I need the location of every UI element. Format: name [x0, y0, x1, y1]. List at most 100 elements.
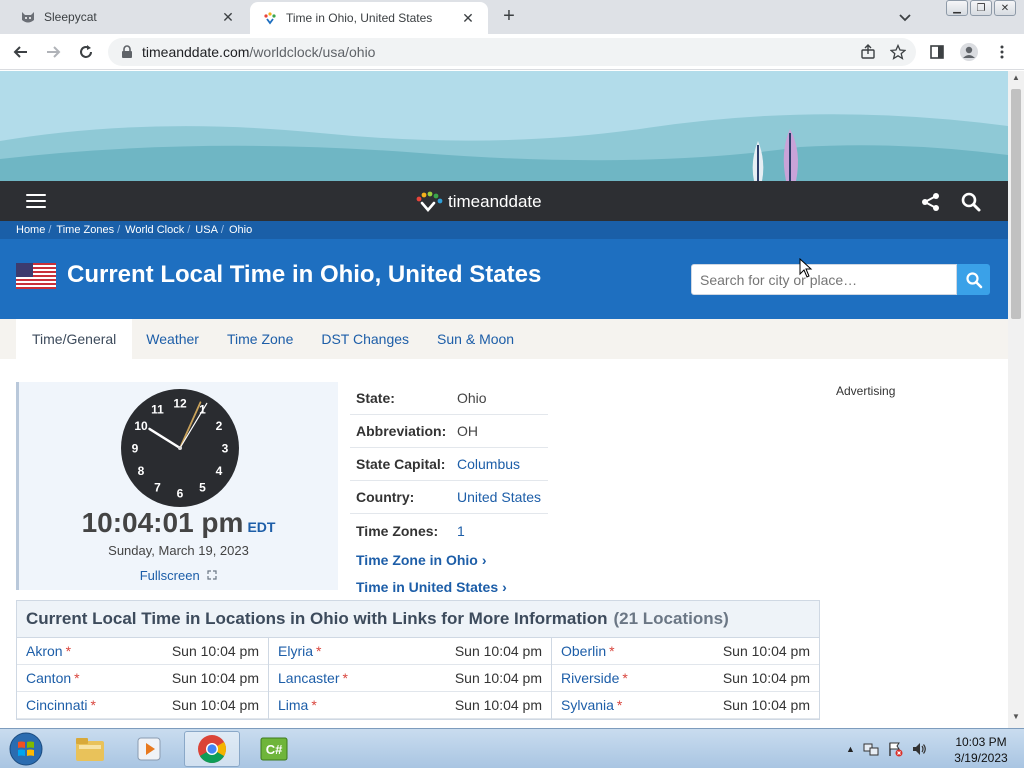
clock-number: 4 — [216, 464, 223, 478]
close-icon[interactable]: ✕ — [460, 10, 476, 26]
start-button[interactable] — [6, 731, 46, 767]
address-bar[interactable]: timeanddate.com/worldclock/usa/ohio — [108, 38, 916, 66]
tab-sleepycat[interactable]: Sleepycat ✕ — [8, 0, 248, 34]
breadcrumb-usa[interactable]: USA — [195, 224, 218, 236]
search-icon[interactable] — [960, 191, 982, 213]
tab-time-in-ohio[interactable]: Time in Ohio, United States ✕ — [250, 2, 488, 34]
csharp-icon: C# — [260, 737, 288, 761]
city-link[interactable]: Akron * — [26, 643, 71, 659]
tab-sun-moon[interactable]: Sun & Moon — [423, 319, 528, 359]
profile-avatar-icon[interactable] — [958, 41, 980, 63]
city-time: Sun 10:04 pm — [722, 670, 810, 686]
url-host: timeanddate.com — [142, 44, 250, 60]
link-label: Time in United States — [356, 579, 499, 595]
table-row: Cincinnati * Sun 10:04 pm — [17, 692, 268, 719]
chevron-down-icon[interactable] — [896, 8, 914, 26]
windows-logo-icon — [9, 732, 43, 766]
search-input[interactable] — [691, 264, 957, 295]
city-name: Canton — [26, 670, 72, 686]
minimize-button[interactable]: ▁ — [946, 0, 968, 16]
city-name: Elyria — [278, 643, 314, 659]
time-zone-in-ohio-link[interactable]: Time Zone in Ohio › — [350, 547, 548, 574]
city-link[interactable]: Sylvania * — [561, 697, 622, 713]
tab-weather[interactable]: Weather — [132, 319, 213, 359]
info-value: Ohio — [457, 390, 487, 406]
breadcrumb: Home / Time Zones / World Clock / USA / Ohio — [0, 221, 1008, 239]
city-time: Sun 10:04 pm — [171, 643, 259, 659]
breadcrumb-home[interactable]: Home — [16, 224, 45, 236]
scrollbar-thumb[interactable] — [1011, 89, 1021, 319]
table-row: Lima * Sun 10:04 pm — [269, 692, 551, 719]
side-panel-icon[interactable] — [926, 41, 948, 63]
csharp-editor-button[interactable]: C# — [246, 731, 302, 767]
breadcrumb-time-zones[interactable]: Time Zones — [56, 224, 114, 236]
tab-time-zone[interactable]: Time Zone — [213, 319, 307, 359]
city-link[interactable]: Elyria * — [278, 643, 321, 659]
window-controls: ▁ ❐ ✕ — [946, 0, 1016, 16]
clock-card: 121234567891011 10:04:01 pmEDT Sunday, M… — [16, 382, 338, 590]
info-row-time-zones: Time Zones: 1 — [350, 514, 548, 547]
page-title: Current Local Time in Ohio, United State… — [67, 261, 542, 288]
scroll-up-arrow-icon[interactable]: ▲ — [1008, 73, 1024, 87]
tab-time-general[interactable]: Time/General — [16, 319, 133, 359]
locations-column: Oberlin * Sun 10:04 pm Riverside * Sun 10:04… — [552, 638, 819, 719]
share-icon[interactable] — [920, 191, 942, 213]
city-name: Riverside — [561, 670, 620, 686]
action-center-flag-icon[interactable] — [887, 741, 903, 757]
show-hidden-icons-icon[interactable]: ▲ — [846, 744, 855, 754]
timezone-abbr-link[interactable]: EDT — [247, 519, 275, 535]
capital-link[interactable]: Columbus — [457, 456, 520, 472]
locations-count: (21 Locations) — [613, 609, 729, 628]
share-page-icon[interactable] — [860, 44, 876, 63]
info-key: State Capital: — [356, 456, 446, 472]
chrome-taskbar-button[interactable] — [184, 731, 240, 767]
info-row-abbreviation: Abbreviation: OH — [350, 415, 548, 448]
time-zones-count-link[interactable]: 1 — [457, 523, 465, 539]
info-key: State: — [356, 390, 395, 406]
city-link[interactable]: Lima * — [278, 697, 317, 713]
reload-button[interactable] — [75, 41, 97, 63]
fullscreen-link[interactable]: Fullscreen — [19, 568, 338, 583]
new-tab-button[interactable]: + — [498, 6, 520, 28]
bookmark-star-icon[interactable] — [889, 43, 907, 63]
back-button[interactable] — [10, 41, 32, 63]
network-icon[interactable] — [863, 741, 879, 757]
time-in-united-states-link[interactable]: Time in United States › — [350, 574, 548, 601]
breadcrumb-world-clock[interactable]: World Clock — [125, 224, 184, 236]
maximize-button[interactable]: ❐ — [970, 0, 992, 16]
scroll-down-arrow-icon[interactable]: ▼ — [1008, 712, 1024, 726]
city-link[interactable]: Cincinnati * — [26, 697, 96, 713]
city-link[interactable]: Riverside * — [561, 670, 628, 686]
city-link[interactable]: Canton * — [26, 670, 80, 686]
volume-icon[interactable] — [911, 741, 927, 757]
close-window-button[interactable]: ✕ — [994, 0, 1016, 16]
close-icon[interactable]: ✕ — [220, 9, 236, 25]
breadcrumb-ohio[interactable]: Ohio — [229, 224, 252, 236]
clock-pin — [178, 446, 182, 450]
page-scrollbar[interactable]: ▲ ▼ — [1008, 71, 1024, 728]
logo-text-time: time — [448, 192, 481, 211]
search-button[interactable] — [957, 264, 990, 295]
locations-column: Elyria * Sun 10:04 pm Lancaster * Sun 10:04 … — [269, 638, 552, 719]
digital-time: 10:04:01 pm EDT — [19, 507, 338, 539]
taskbar-time: 10:03 PM — [955, 735, 1007, 749]
system-tray: ▲ — [846, 741, 927, 757]
country-link[interactable]: United States — [457, 489, 541, 505]
clock-number: 9 — [132, 442, 139, 456]
forward-button[interactable] — [42, 41, 64, 63]
city-link[interactable]: Oberlin * — [561, 643, 615, 659]
media-player-button[interactable] — [122, 731, 178, 767]
tab-dst-changes[interactable]: DST Changes — [307, 319, 423, 359]
kebab-menu-icon[interactable] — [991, 41, 1013, 63]
media-player-icon — [137, 737, 161, 761]
timeanddate-logo[interactable]: time anddate — [414, 191, 542, 213]
hamburger-menu-icon[interactable] — [26, 194, 46, 208]
page-viewport: time anddate Home / Time Zones / World Cloc… — [0, 71, 1008, 728]
fullscreen-label: Fullscreen — [139, 568, 200, 583]
table-row: Elyria * Sun 10:04 pm — [269, 638, 551, 665]
taskbar-clock[interactable]: 10:03 PM 3/19/2023 — [944, 734, 1018, 766]
tab-title: Time in Ohio, United States — [286, 11, 433, 25]
city-link[interactable]: Lancaster * — [278, 670, 348, 686]
clock-number: 7 — [154, 480, 161, 494]
file-explorer-button[interactable] — [62, 731, 118, 767]
